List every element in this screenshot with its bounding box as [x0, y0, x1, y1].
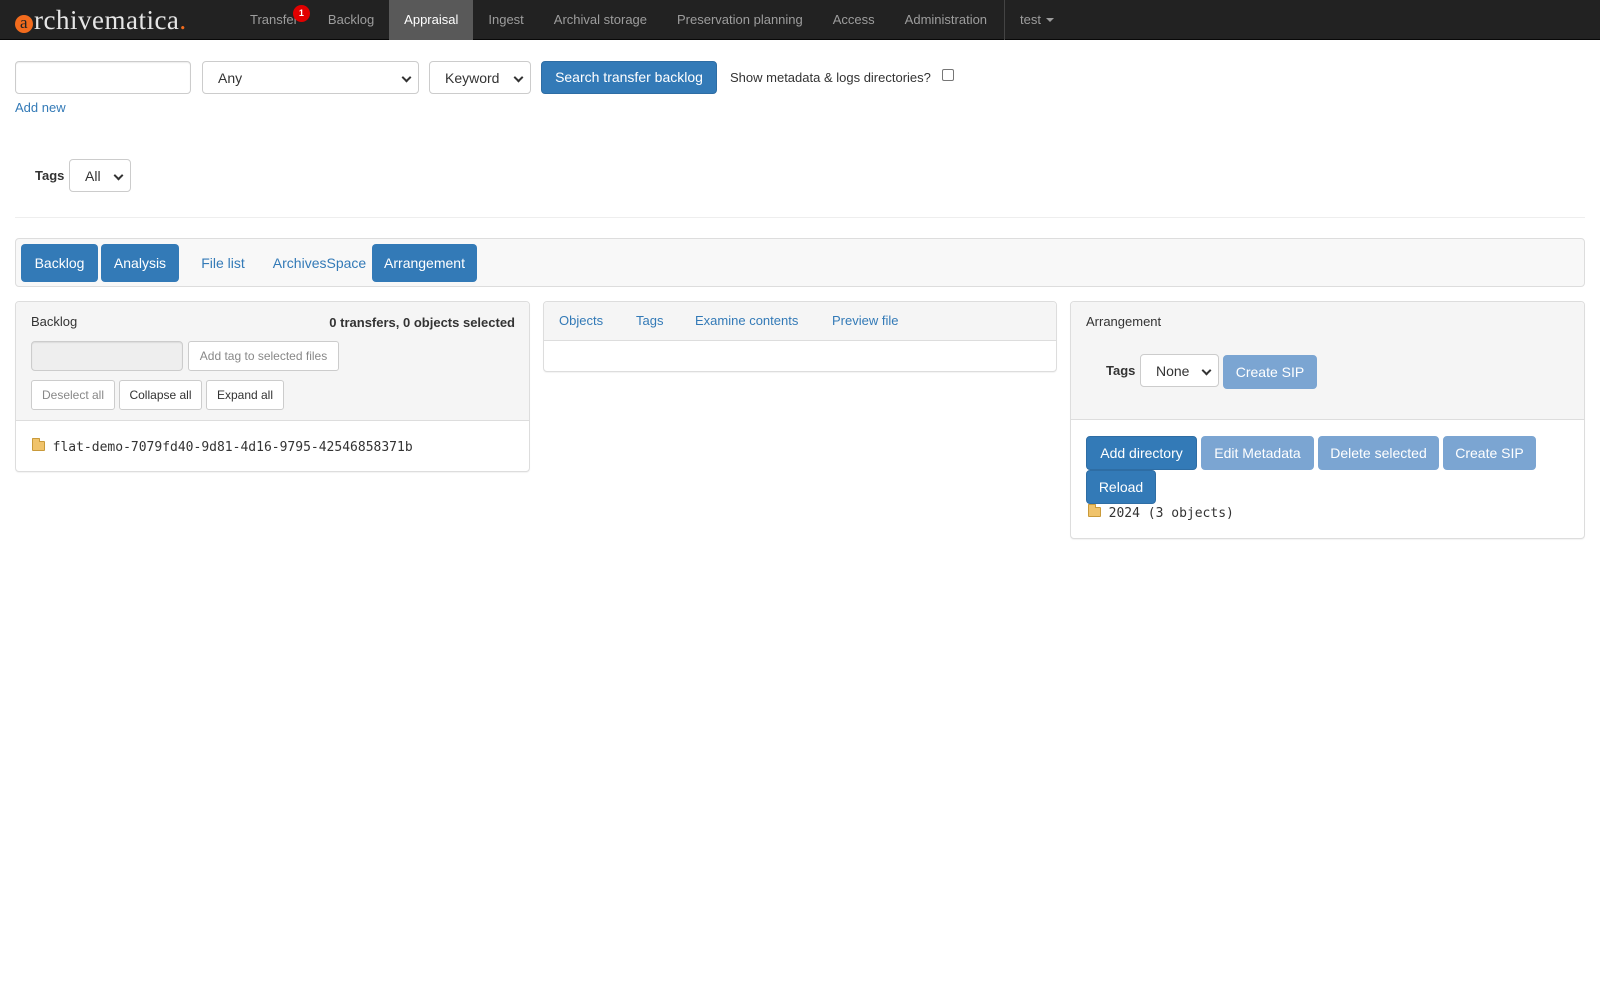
- tab-preview-file[interactable]: Preview file: [832, 302, 898, 340]
- add-directory-button[interactable]: Add directory: [1086, 436, 1197, 470]
- nav-item-preservation-planning[interactable]: Preservation planning: [662, 0, 818, 40]
- analysis-panel: Objects Tags Examine contents Preview fi…: [543, 301, 1057, 372]
- divider: [15, 217, 1585, 218]
- add-tag-button[interactable]: Add tag to selected files: [188, 341, 339, 371]
- tab-backlog[interactable]: Backlog: [21, 244, 98, 282]
- tab-analysis[interactable]: Analysis: [101, 244, 179, 282]
- logo-text: rchivematica: [34, 5, 180, 35]
- create-sip-header-button[interactable]: Create SIP: [1223, 355, 1317, 389]
- chevron-down-icon: [1201, 365, 1212, 376]
- archivematica-logo[interactable]: a rchivematica.: [15, 3, 187, 37]
- logo-a-mark: a: [15, 14, 33, 33]
- nav-item-appraisal[interactable]: Appraisal: [389, 0, 474, 40]
- nav-item-access[interactable]: Access: [818, 0, 890, 40]
- nav-item-label: Transfer: [250, 12, 298, 27]
- show-metadata-label: Show metadata & logs directories?: [730, 70, 931, 85]
- tree-item[interactable]: 2024 (3 objects): [1088, 504, 1234, 521]
- user-name: test: [1020, 12, 1042, 27]
- backlog-panel-header: Backlog 0 transfers, 0 objects selected …: [16, 302, 529, 421]
- search-transfer-backlog-button[interactable]: Search transfer backlog: [541, 61, 717, 94]
- delete-selected-button[interactable]: Delete selected: [1318, 436, 1439, 470]
- collapse-all-button[interactable]: Collapse all: [119, 380, 202, 410]
- tree-item[interactable]: flat-demo-7079fd40-9d81-4d16-9795-425468…: [32, 438, 413, 455]
- tab-examine-contents[interactable]: Examine contents: [695, 302, 798, 340]
- chevron-down-icon: [513, 72, 524, 83]
- selection-summary: 0 transfers, 0 objects selected: [329, 315, 515, 330]
- arrangement-tags-label: Tags: [1106, 363, 1136, 378]
- tab-file-list[interactable]: File list: [189, 244, 257, 282]
- nav-item-ingest[interactable]: Ingest: [473, 0, 538, 40]
- search-input[interactable]: [15, 61, 191, 94]
- arrangement-panel-title: Arrangement: [1086, 314, 1162, 329]
- deselect-all-button[interactable]: Deselect all: [31, 380, 115, 410]
- logo-dot: .: [179, 5, 187, 35]
- analysis-tab-strip: Objects Tags Examine contents Preview fi…: [544, 302, 1056, 341]
- notification-badge: 1: [292, 5, 310, 22]
- search-type-select[interactable]: Keyword: [429, 61, 531, 94]
- backlog-panel: Backlog 0 transfers, 0 objects selected …: [15, 301, 530, 472]
- nav-item-backlog[interactable]: Backlog: [313, 0, 389, 40]
- tab-arrangement[interactable]: Arrangement: [372, 244, 477, 282]
- main-nav: Transfer 1 Backlog Appraisal Ingest Arch…: [235, 0, 1069, 40]
- top-navbar: a rchivematica. Transfer 1 Backlog Apprai…: [0, 0, 1600, 40]
- backlog-panel-title: Backlog: [31, 314, 78, 329]
- user-menu[interactable]: test: [1004, 0, 1069, 40]
- select-value: Keyword: [445, 70, 500, 86]
- select-value: Any: [218, 70, 243, 86]
- tree-item-label: 2024 (3 objects): [1108, 506, 1234, 521]
- select-value: All: [85, 168, 101, 184]
- chevron-down-icon: [401, 72, 412, 83]
- tab-archivesspace[interactable]: ArchivesSpace: [267, 244, 372, 282]
- show-metadata-checkbox[interactable]: [942, 69, 954, 81]
- search-field-select[interactable]: Any: [202, 61, 419, 94]
- add-new-link[interactable]: Add new: [15, 100, 66, 115]
- tags-filter-label: Tags: [35, 168, 65, 183]
- reload-button[interactable]: Reload: [1086, 470, 1156, 504]
- arrangement-tags-select[interactable]: None: [1140, 354, 1219, 387]
- arrangement-panel: Arrangement Tags None Create SIP Add dir…: [1070, 301, 1585, 539]
- nav-item-archival-storage[interactable]: Archival storage: [539, 0, 662, 40]
- tree-item-label: flat-demo-7079fd40-9d81-4d16-9795-425468…: [52, 440, 413, 455]
- tags-filter-select[interactable]: All: [69, 159, 131, 192]
- caret-down-icon: [1046, 18, 1055, 22]
- select-value: None: [1156, 363, 1190, 379]
- edit-metadata-button[interactable]: Edit Metadata: [1201, 436, 1314, 470]
- tab-tags[interactable]: Tags: [636, 302, 663, 340]
- nav-item-transfer[interactable]: Transfer 1: [235, 0, 313, 40]
- folder-icon: [1088, 504, 1101, 517]
- arrangement-panel-header: Arrangement Tags None Create SIP: [1071, 302, 1584, 420]
- view-tab-bar: Backlog Analysis File list ArchivesSpace…: [15, 238, 1585, 287]
- expand-all-button[interactable]: Expand all: [206, 380, 284, 410]
- tag-input[interactable]: [31, 341, 183, 371]
- tab-objects[interactable]: Objects: [559, 302, 603, 340]
- create-sip-button[interactable]: Create SIP: [1443, 436, 1536, 470]
- folder-icon: [32, 438, 45, 451]
- chevron-down-icon: [113, 170, 124, 181]
- nav-item-administration[interactable]: Administration: [890, 0, 1002, 40]
